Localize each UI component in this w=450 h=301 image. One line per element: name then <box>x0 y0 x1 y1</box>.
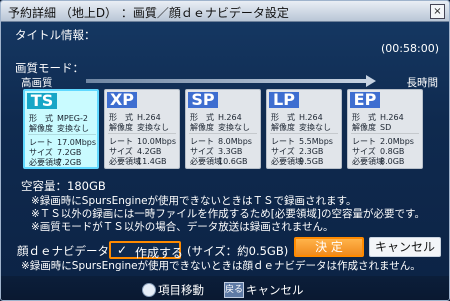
quality-arrow <box>86 79 366 83</box>
title-info-label: タイトル情報： <box>15 28 96 42</box>
mode-card-xp[interactable]: XP 形 式 H.264 解像度 変換なし レート 10.0Mbps サイズ 4.2GB… <box>104 89 180 169</box>
mode-row: 解像度 変換なし <box>190 123 250 132</box>
note-line: ※画質モードがＴＳ以外の場合、データ放送は録画されません。 <box>31 221 334 233</box>
mode-row: 必要領域9.5GB <box>271 157 324 166</box>
checkmark-icon: ✓ <box>117 243 128 257</box>
face-nav-size: (サイズ：約0.5GB) <box>187 244 289 258</box>
note-line: ※ＴＳ以外の録画には一時ファイルを作成するため[必要領域]の空容量が必要です。 <box>31 208 425 220</box>
mode-row: 解像度 変換なし <box>109 123 169 132</box>
arrow-right-icon <box>366 75 376 87</box>
mode-badge-ep: EP <box>350 92 380 108</box>
mode-row: 必要領域7.2GB <box>29 158 82 167</box>
mode-card-ts[interactable]: TS 形 式 MPEG-2 解像度 変換なし レート 17.0Mbps サイズ 7.2G… <box>23 89 99 169</box>
quality-mode-label: 画質モード： <box>15 61 84 75</box>
mode-card-sp[interactable]: SP 形 式 H.264 解像度 変換なし レート 8.0Mbps サイズ 3.3GB … <box>185 89 261 169</box>
mode-row: 解像度 変換なし <box>271 123 331 132</box>
free-space: 空容量：180GB <box>21 179 106 193</box>
mode-badge-lp: LP <box>269 92 299 108</box>
long-time-label: 長時間 <box>406 77 439 89</box>
mode-badge-ts: TS <box>27 93 57 109</box>
face-nav-label: 顔ｄｅナビデータ <box>17 244 109 258</box>
dialog-title: 予約詳細 （地上D） ：画質／顔ｄｅナビデータ設定 <box>8 6 289 20</box>
ok-button[interactable]: 決 定 <box>294 237 364 257</box>
hint-cancel: キャンセル <box>246 283 304 297</box>
face-nav-note: ※録画時にSpursEngineが使用できないときは顔ｄｅナビデータは作成されま… <box>21 260 421 272</box>
mode-card-ep[interactable]: EP 形 式 H.264 解像度 SD レート 2.0Mbps サイズ 0.8GB 必要… <box>347 89 423 169</box>
return-key-icon: 戻る <box>224 282 244 298</box>
notes: ※録画時にSpursEngineが使用できないときはＴＳで録画されます。 ※ＴＳ… <box>31 195 425 234</box>
quality-scale: 高画質 長時間 <box>21 75 446 89</box>
dpad-icon <box>142 283 156 297</box>
mode-row: 必要領域8.0GB <box>352 157 405 166</box>
mode-row: 解像度 SD <box>352 123 392 132</box>
cancel-button[interactable]: キャンセル <box>369 237 441 257</box>
face-nav-checkbox[interactable]: ✓ 作成する <box>109 241 183 260</box>
close-icon[interactable]: × <box>430 4 445 19</box>
hint-move: 項目移動 <box>158 283 204 297</box>
mode-row: 必要領域10.6GB <box>190 157 248 166</box>
recording-settings-dialog: 予約詳細 （地上D） ：画質／顔ｄｅナビデータ設定 × タイトル情報： (00:… <box>0 0 450 301</box>
note-line: ※録画時にSpursEngineが使用できないときはＴＳで録画されます。 <box>31 195 357 207</box>
mode-card-lp[interactable]: LP 形 式 H.264 解像度 変換なし レート 5.5Mbps サイズ 2.3GB … <box>266 89 342 169</box>
mode-badge-xp: XP <box>107 92 137 108</box>
title-bar: 予約詳細 （地上D） ：画質／顔ｄｅナビデータ設定 × <box>1 1 449 22</box>
duration: (00:58:00) <box>381 42 439 55</box>
mode-row: 解像度 変換なし <box>29 124 89 133</box>
mode-row: 必要領域11.4GB <box>109 157 167 166</box>
high-quality-label: 高画質 <box>21 77 53 89</box>
mode-badge-sp: SP <box>188 92 218 108</box>
